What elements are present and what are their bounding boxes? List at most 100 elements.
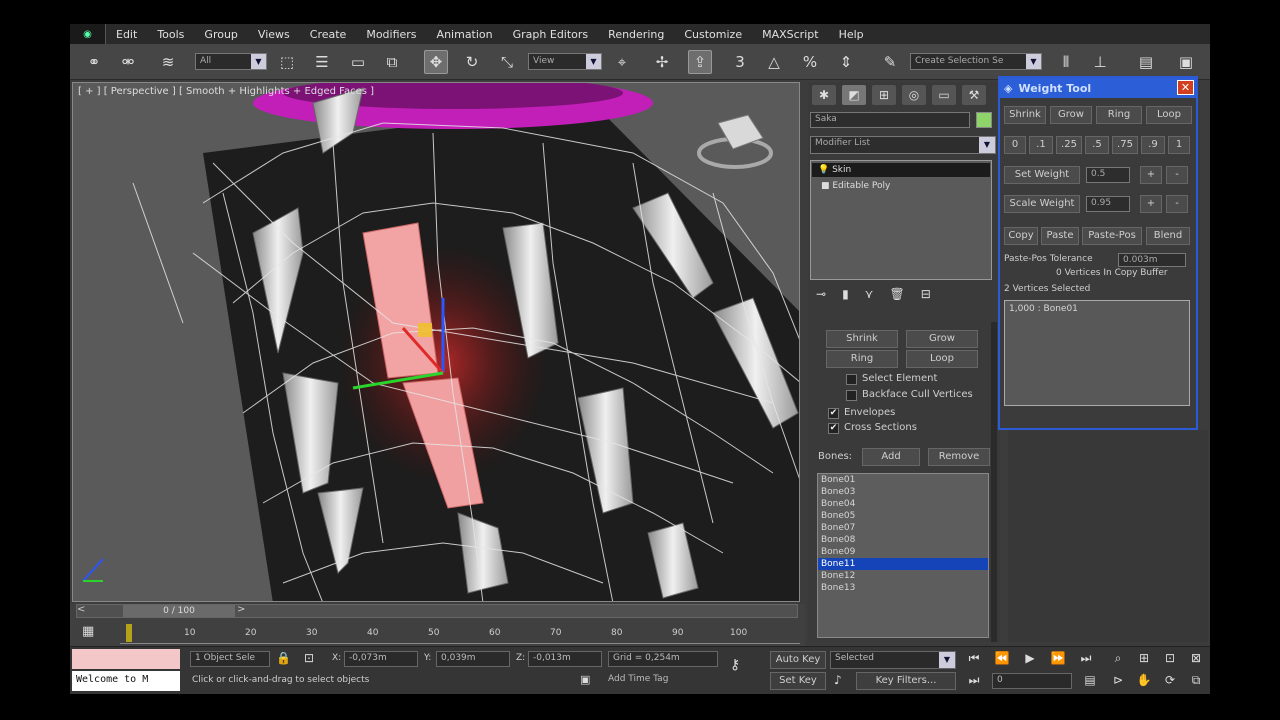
select-and-link-icon[interactable]: ⚭	[82, 50, 106, 74]
add-bone-button[interactable]: Add	[862, 448, 920, 466]
app-logo-icon[interactable]: ◉	[70, 24, 106, 44]
lock-icon[interactable]: 🔒	[276, 651, 291, 665]
bone-item[interactable]: Bone13	[818, 582, 988, 594]
unlink-icon[interactable]: ⚮	[116, 50, 140, 74]
select-object-icon[interactable]: ⬚	[275, 50, 299, 74]
zoom-extents-all-icon[interactable]: ⊠	[1186, 649, 1206, 667]
set-weight-plus-button[interactable]: +	[1140, 166, 1162, 184]
menu-views[interactable]: Views	[248, 28, 300, 41]
cross-sections-checkbox[interactable]: ✔	[828, 423, 839, 434]
paste-pos-button[interactable]: Paste-Pos	[1082, 227, 1142, 245]
window-crossing-icon[interactable]: ⧉	[380, 50, 404, 74]
key-mode-toggle-icon[interactable]: ⏭	[964, 671, 984, 689]
utilities-tab-icon[interactable]: ⚒	[962, 85, 986, 105]
menu-maxscript[interactable]: MAXScript	[752, 28, 828, 41]
time-slider[interactable]: < 0 / 100 >	[76, 604, 798, 618]
show-end-result-icon[interactable]: ▮	[842, 287, 849, 305]
mini-curve-editor-icon[interactable]: ▦	[82, 624, 104, 642]
menu-customize[interactable]: Customize	[674, 28, 752, 41]
set-key-button[interactable]: Set Key	[770, 672, 826, 690]
mirror-icon[interactable]: ⫴	[1054, 50, 1078, 74]
y-coordinate-field[interactable]: 0,039m	[436, 651, 510, 667]
remove-bone-button[interactable]: Remove	[928, 448, 990, 466]
bone-item[interactable]: Bone08	[818, 534, 988, 546]
edit-named-selection-icon[interactable]: ✎	[878, 50, 902, 74]
time-tag-icon[interactable]: ▣	[580, 673, 590, 686]
scale-weight-plus-button[interactable]: +	[1140, 195, 1162, 213]
graphite-tools-icon[interactable]: ▣	[1174, 50, 1198, 74]
orbit-icon[interactable]: ⟳	[1160, 671, 1180, 689]
set-weight-field[interactable]: 0.5	[1086, 167, 1130, 183]
time-configuration-icon[interactable]: ▤	[1080, 671, 1100, 689]
slider-prev-icon[interactable]: <	[77, 604, 85, 615]
loop-button[interactable]: Loop	[906, 350, 978, 368]
tolerance-field[interactable]: 0.003m	[1118, 253, 1186, 267]
weight-preset-button[interactable]: .1	[1029, 136, 1053, 154]
wt-shrink-button[interactable]: Shrink	[1004, 106, 1046, 124]
menu-modifiers[interactable]: Modifiers	[356, 28, 426, 41]
x-coordinate-field[interactable]: -0,073m	[344, 651, 418, 667]
menu-animation[interactable]: Animation	[427, 28, 503, 41]
weight-preset-button[interactable]: 0	[1004, 136, 1026, 154]
key-filters-button[interactable]: Key Filters...	[856, 672, 956, 690]
maximize-viewport-icon[interactable]: ⧉	[1186, 671, 1206, 689]
bone-item[interactable]: Bone09	[818, 546, 988, 558]
select-and-rotate-icon[interactable]: ↻	[460, 50, 484, 74]
weight-entry[interactable]: 1,000 : Bone01	[1005, 303, 1189, 315]
wt-loop-button[interactable]: Loop	[1146, 106, 1192, 124]
shrink-button[interactable]: Shrink	[826, 330, 898, 348]
perspective-viewport[interactable]: [ + ] [ Perspective ] [ Smooth + Highlig…	[72, 82, 800, 602]
snaps-toggle-icon[interactable]: 3	[728, 50, 752, 74]
make-unique-icon[interactable]: ⋎	[865, 287, 874, 305]
named-selection-dropdown[interactable]: Create Selection Se ▼	[910, 53, 1042, 70]
backface-cull-checkbox[interactable]	[846, 390, 857, 401]
wt-ring-button[interactable]: Ring	[1096, 106, 1142, 124]
configure-sets-icon[interactable]: ⊟	[921, 287, 931, 305]
keyboard-shortcut-icon[interactable]: ⇪	[688, 50, 712, 74]
weight-preset-button[interactable]: .5	[1085, 136, 1109, 154]
default-tangents-icon[interactable]: ♪	[834, 673, 842, 687]
pan-view-icon[interactable]: ✋	[1134, 671, 1154, 689]
maxscript-listener-pink[interactable]	[72, 649, 180, 669]
paste-button[interactable]: Paste	[1041, 227, 1079, 245]
copy-button[interactable]: Copy	[1004, 227, 1038, 245]
weight-preset-button[interactable]: 1	[1168, 136, 1190, 154]
weight-preset-button[interactable]: .75	[1112, 136, 1138, 154]
bone-item[interactable]: Bone04	[818, 498, 988, 510]
reference-coordinate-dropdown[interactable]: View ▼	[528, 53, 602, 70]
create-tab-icon[interactable]: ✱	[812, 85, 836, 105]
play-icon[interactable]: ▶	[1020, 649, 1040, 667]
grow-button[interactable]: Grow	[906, 330, 978, 348]
rectangular-region-icon[interactable]: ▭	[346, 50, 370, 74]
layer-manager-icon[interactable]: ▤	[1134, 50, 1158, 74]
modify-tab-icon[interactable]: ◩	[842, 85, 866, 105]
next-frame-icon[interactable]: ⏩	[1048, 649, 1068, 667]
stack-item-skin[interactable]: 💡 Skin	[812, 163, 990, 177]
bind-space-warp-icon[interactable]: ≋	[156, 50, 180, 74]
menu-rendering[interactable]: Rendering	[598, 28, 674, 41]
stack-item-editable-poly[interactable]: ■ Editable Poly	[811, 179, 991, 193]
scale-weight-minus-button[interactable]: -	[1166, 195, 1188, 213]
field-of-view-icon[interactable]: ⊳	[1108, 671, 1128, 689]
z-coordinate-field[interactable]: -0,013m	[528, 651, 602, 667]
weight-preset-button[interactable]: .25	[1056, 136, 1082, 154]
slider-next-icon[interactable]: >	[237, 604, 245, 615]
zoom-icon[interactable]: ⌕	[1108, 649, 1128, 667]
spinner-snap-icon[interactable]: ⇕	[834, 50, 858, 74]
key-icon[interactable]: ⚷	[730, 657, 740, 673]
go-to-end-icon[interactable]: ⏭	[1076, 649, 1096, 667]
zoom-extents-icon[interactable]: ⊡	[1160, 649, 1180, 667]
scale-weight-button[interactable]: Scale Weight	[1004, 195, 1080, 213]
envelopes-checkbox[interactable]: ✔	[828, 408, 839, 419]
pivot-center-icon[interactable]: ⌖	[610, 50, 634, 74]
vertex-weights-list[interactable]: 1,000 : Bone01	[1004, 300, 1190, 406]
select-and-scale-icon[interactable]: ⤡	[495, 50, 519, 74]
object-name-field[interactable]: Saka	[810, 112, 970, 128]
blend-button[interactable]: Blend	[1146, 227, 1190, 245]
weight-tool-titlebar[interactable]: ◈ Weight Tool	[1000, 78, 1196, 98]
bone-item[interactable]: Bone03	[818, 486, 988, 498]
menu-group[interactable]: Group	[194, 28, 248, 41]
bone-item[interactable]: Bone05	[818, 510, 988, 522]
frame-display[interactable]: 0 / 100	[123, 605, 235, 617]
auto-key-button[interactable]: Auto Key	[770, 651, 826, 669]
